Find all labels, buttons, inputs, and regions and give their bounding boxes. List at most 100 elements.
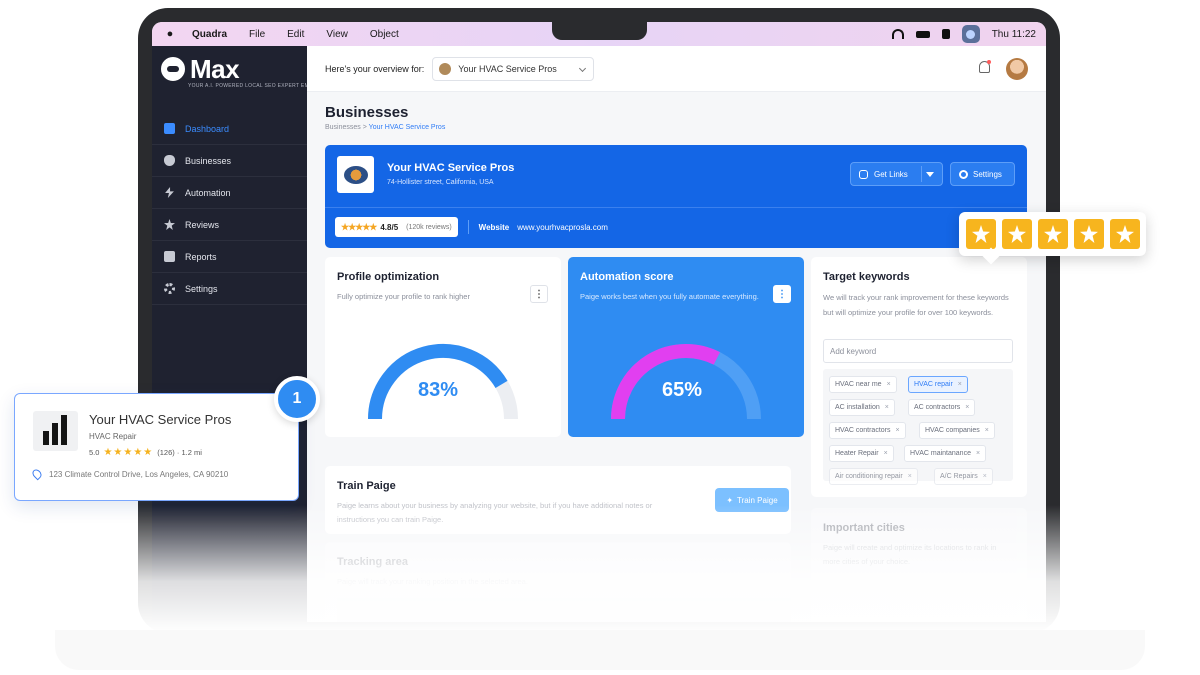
siri-icon[interactable] xyxy=(961,25,980,43)
avatar[interactable] xyxy=(1006,58,1028,80)
wifi-icon[interactable] xyxy=(891,29,904,39)
keyword-chip[interactable]: HVAC repair × xyxy=(908,376,968,393)
link-icon xyxy=(859,169,868,179)
control-center-icon[interactable] xyxy=(941,29,950,39)
sidebar-item-settings[interactable]: Settings xyxy=(152,273,307,305)
dashboard-icon xyxy=(164,123,175,134)
rating-badge: ★★★★★ 4.8/5 (120k reviews) xyxy=(335,217,458,237)
keyword-chip[interactable]: HVAC near me × xyxy=(829,376,897,393)
chip-label: HVAC maintanance xyxy=(910,450,971,457)
close-icon[interactable]: × xyxy=(983,473,987,480)
star-icon xyxy=(1110,219,1140,249)
close-icon[interactable]: × xyxy=(884,450,888,457)
chip-label: HVAC companies xyxy=(925,427,980,434)
add-keyword-input[interactable]: Add keyword xyxy=(823,339,1013,363)
business-logo-icon xyxy=(343,165,368,184)
settings-label: Settings xyxy=(973,169,1002,179)
bolt-icon xyxy=(165,187,174,198)
gear-icon xyxy=(959,169,968,179)
menu-file[interactable]: File xyxy=(249,29,265,40)
page-title: Businesses xyxy=(325,104,409,121)
sidebar-item-label: Businesses xyxy=(185,155,232,166)
close-icon[interactable]: × xyxy=(885,404,889,411)
main-content: Here's your overview for: Your HVAC Serv… xyxy=(307,46,1046,622)
website-link[interactable]: www.yourhvacprosla.com xyxy=(517,223,608,232)
star-icon xyxy=(966,219,996,249)
keyword-chip[interactable]: Heater Repair × xyxy=(829,445,894,462)
business-selector[interactable]: Your HVAC Service Pros xyxy=(432,56,595,81)
tracking-map[interactable] xyxy=(337,598,791,622)
card-title: Train Paige xyxy=(337,480,396,492)
battery-icon[interactable] xyxy=(915,30,930,38)
card-title: Tracking area xyxy=(337,556,408,568)
rating-row: ★★★★★ 4.8/5 (120k reviews) Website www.y… xyxy=(335,216,608,238)
chip-label: A/C Repairs xyxy=(940,473,978,480)
camera-notch xyxy=(552,22,647,40)
important-cities-card: Important cities Paige will create and o… xyxy=(811,508,1027,622)
location-pin-icon xyxy=(30,467,44,481)
rating-value: 4.8/5 xyxy=(380,222,399,232)
website-label: Website xyxy=(478,222,510,232)
more-options-button[interactable]: ⋮ xyxy=(530,285,548,303)
sidebar-item-label: Automation xyxy=(185,187,231,198)
sidebar-item-reviews[interactable]: Reviews xyxy=(152,209,307,241)
business-settings-button[interactable]: Settings xyxy=(950,162,1015,186)
keyword-chip[interactable]: A/C Repairs × xyxy=(934,468,993,485)
caret-down-icon[interactable] xyxy=(926,172,934,177)
card-subtitle: Paige will create and optimize its locat… xyxy=(823,543,997,566)
business-banner: Your HVAC Service Pros 74-Hollister stre… xyxy=(325,145,1027,248)
menubar-app-name[interactable]: Quadra xyxy=(192,29,227,40)
keyword-chip[interactable]: Air conditioning repair × xyxy=(829,468,918,485)
keyword-chip[interactable]: AC contractors × xyxy=(908,399,976,416)
close-icon[interactable]: × xyxy=(958,381,962,388)
chip-label: AC installation xyxy=(835,404,880,411)
keyword-chip[interactable]: AC installation × xyxy=(829,399,895,416)
card-title: Automation score xyxy=(580,271,674,283)
max-logo[interactable]: Max xyxy=(158,52,240,86)
menubar-status: Thu 11:22 xyxy=(891,22,1036,46)
more-options-button[interactable]: ⋮ xyxy=(773,285,791,303)
tracking-area-card: Tracking area Paige will track your rank… xyxy=(325,542,791,622)
rating-stars: ★★★★★ xyxy=(341,221,377,232)
sidebar-item-businesses[interactable]: Businesses xyxy=(152,145,307,177)
sidebar-item-reports[interactable]: Reports xyxy=(152,241,307,273)
robot-logo-icon xyxy=(158,54,188,84)
close-icon[interactable]: × xyxy=(965,404,969,411)
close-icon[interactable]: × xyxy=(908,473,912,480)
hero-stage: ● Quadra File Edit View Object Thu 11:22… xyxy=(0,0,1200,675)
card-subtitle: Paige learns about your business by anal… xyxy=(337,501,653,524)
train-paige-label: Train Paige xyxy=(737,495,778,505)
card-title: Target keywords xyxy=(823,271,910,283)
listing-reviews-distance: (126) · 1.2 mi xyxy=(157,448,202,457)
menubar-clock[interactable]: Thu 11:22 xyxy=(992,29,1036,40)
logo-text: Max xyxy=(190,53,240,84)
automation-score-card: Automation score Paige works best when y… xyxy=(568,257,804,437)
close-icon[interactable]: × xyxy=(887,381,891,388)
chip-label: AC contractors xyxy=(914,404,961,411)
close-icon[interactable]: × xyxy=(976,450,980,457)
divider xyxy=(467,220,469,234)
gauge-value: 65% xyxy=(662,379,703,401)
menu-object[interactable]: Object xyxy=(370,29,399,40)
sidebar-item-dashboard[interactable]: Dashboard xyxy=(152,113,307,145)
apple-icon[interactable]: ● xyxy=(164,28,176,40)
close-icon[interactable]: × xyxy=(985,427,989,434)
get-links-button[interactable]: Get Links xyxy=(850,162,943,186)
sidebar-nav: Dashboard Businesses Automation Reviews … xyxy=(152,113,307,305)
map-listing-card[interactable]: Your HVAC Service Pros HVAC Repair 5.0 ★… xyxy=(14,393,299,501)
card-title: Important cities xyxy=(823,522,905,534)
logo-tagline: YOUR A.I. POWERED LOCAL SEO EXPERT EMPL xyxy=(188,83,316,89)
sidebar-item-automation[interactable]: Automation xyxy=(152,177,307,209)
train-paige-button[interactable]: ✦ Train Paige xyxy=(715,488,789,512)
chevron-down-icon xyxy=(579,64,587,72)
close-icon[interactable]: × xyxy=(896,427,900,434)
menu-view[interactable]: View xyxy=(326,29,348,40)
listing-stars: ★★★★★ xyxy=(103,447,154,458)
keyword-chip[interactable]: HVAC maintanance × xyxy=(904,445,987,462)
menu-edit[interactable]: Edit xyxy=(287,29,304,40)
laptop-base xyxy=(55,630,1145,670)
keyword-chip[interactable]: HVAC contractors × xyxy=(829,422,906,439)
card-subtitle: Paige works best when you fully automate… xyxy=(580,292,759,301)
keyword-chip[interactable]: HVAC companies × xyxy=(919,422,995,439)
breadcrumb-root[interactable]: Businesses xyxy=(325,124,361,131)
